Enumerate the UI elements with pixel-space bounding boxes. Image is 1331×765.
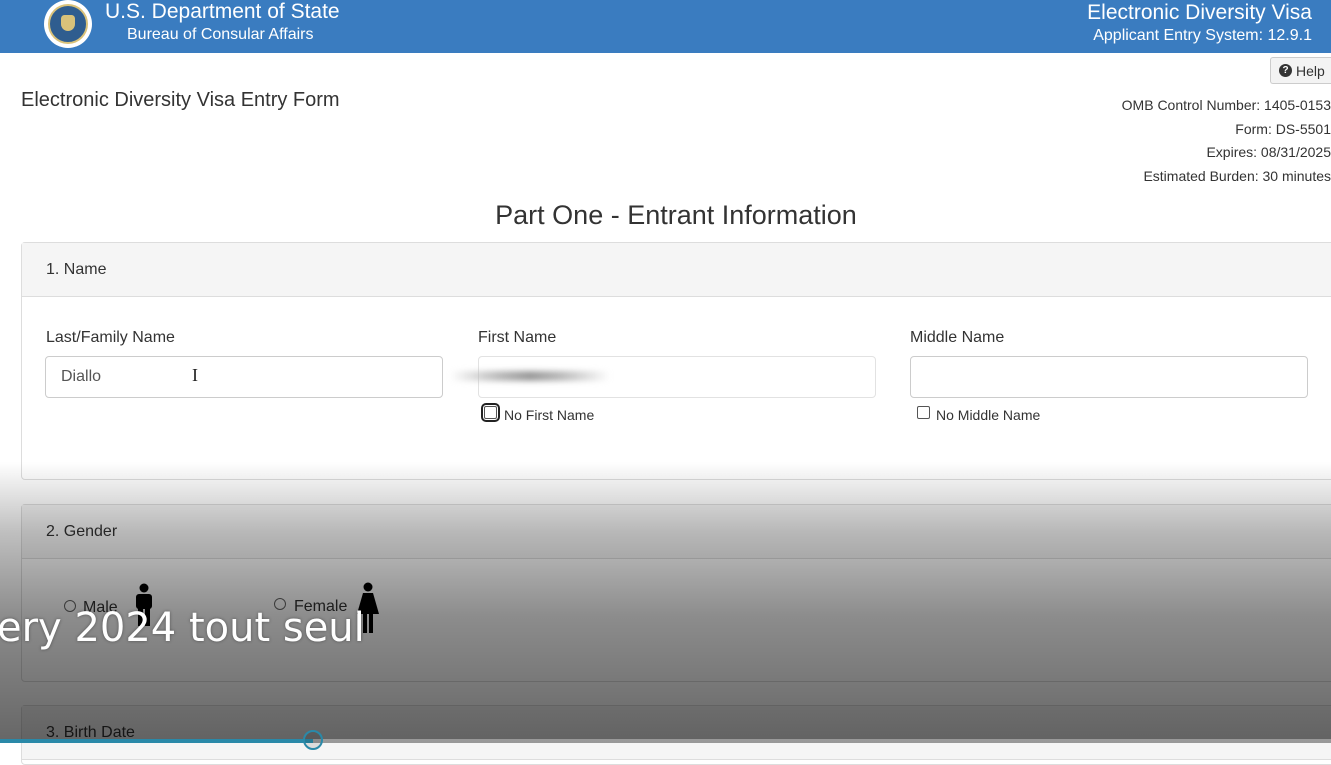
last-name-label: Last/Family Name (46, 329, 175, 346)
site-header: U.S. Department of State Bureau of Consu… (0, 0, 1331, 53)
bureau-name: Bureau of Consular Affairs (127, 26, 314, 43)
omb-expires: Expires: 08/31/2025 (1206, 144, 1331, 160)
middle-name-label: Middle Name (910, 329, 1005, 346)
system-title: Electronic Diversity Visa (1087, 1, 1312, 24)
omb-control: OMB Control Number: 1405-0153 (1121, 97, 1331, 113)
form-title: Electronic Diversity Visa Entry Form (21, 89, 340, 111)
last-name-input[interactable]: Diallo (45, 356, 443, 398)
gender-heading: 2. Gender (22, 505, 1331, 559)
middle-name-input[interactable] (910, 356, 1308, 398)
video-progress-fill (0, 739, 313, 743)
name-heading: 1. Name (22, 243, 1331, 297)
birth-date-heading: 3. Birth Date (22, 706, 1331, 760)
help-button[interactable]: ? Help (1270, 57, 1331, 84)
department-name: U.S. Department of State (105, 0, 340, 23)
omb-burden: Estimated Burden: 30 minutes (1143, 167, 1331, 184)
department-seal-icon (44, 0, 92, 48)
video-caption: ery 2024 tout seul (0, 605, 365, 651)
no-first-name-checkbox[interactable] (481, 403, 500, 422)
question-icon: ? (1279, 64, 1292, 77)
no-first-name-label: No First Name (504, 407, 595, 423)
gender-panel: 2. Gender (21, 504, 1331, 682)
video-progress-handle[interactable] (302, 730, 323, 750)
help-label: Help (1296, 62, 1325, 79)
part-title: Part One - Entrant Information (495, 200, 857, 230)
text-cursor-icon: I (192, 365, 198, 385)
system-version: Applicant Entry System: 12.9.1 (1093, 27, 1312, 44)
no-middle-name-checkbox[interactable] (917, 406, 930, 419)
first-name-label: First Name (478, 329, 557, 346)
blurred-first-name (450, 371, 610, 381)
omb-info: OMB Control Number: 1405-0153 Form: DS-5… (1122, 94, 1331, 188)
birth-date-panel: 3. Birth Date (21, 705, 1331, 765)
no-middle-name-label: No Middle Name (936, 407, 1041, 423)
omb-form: Form: DS-5501 (1235, 120, 1331, 137)
